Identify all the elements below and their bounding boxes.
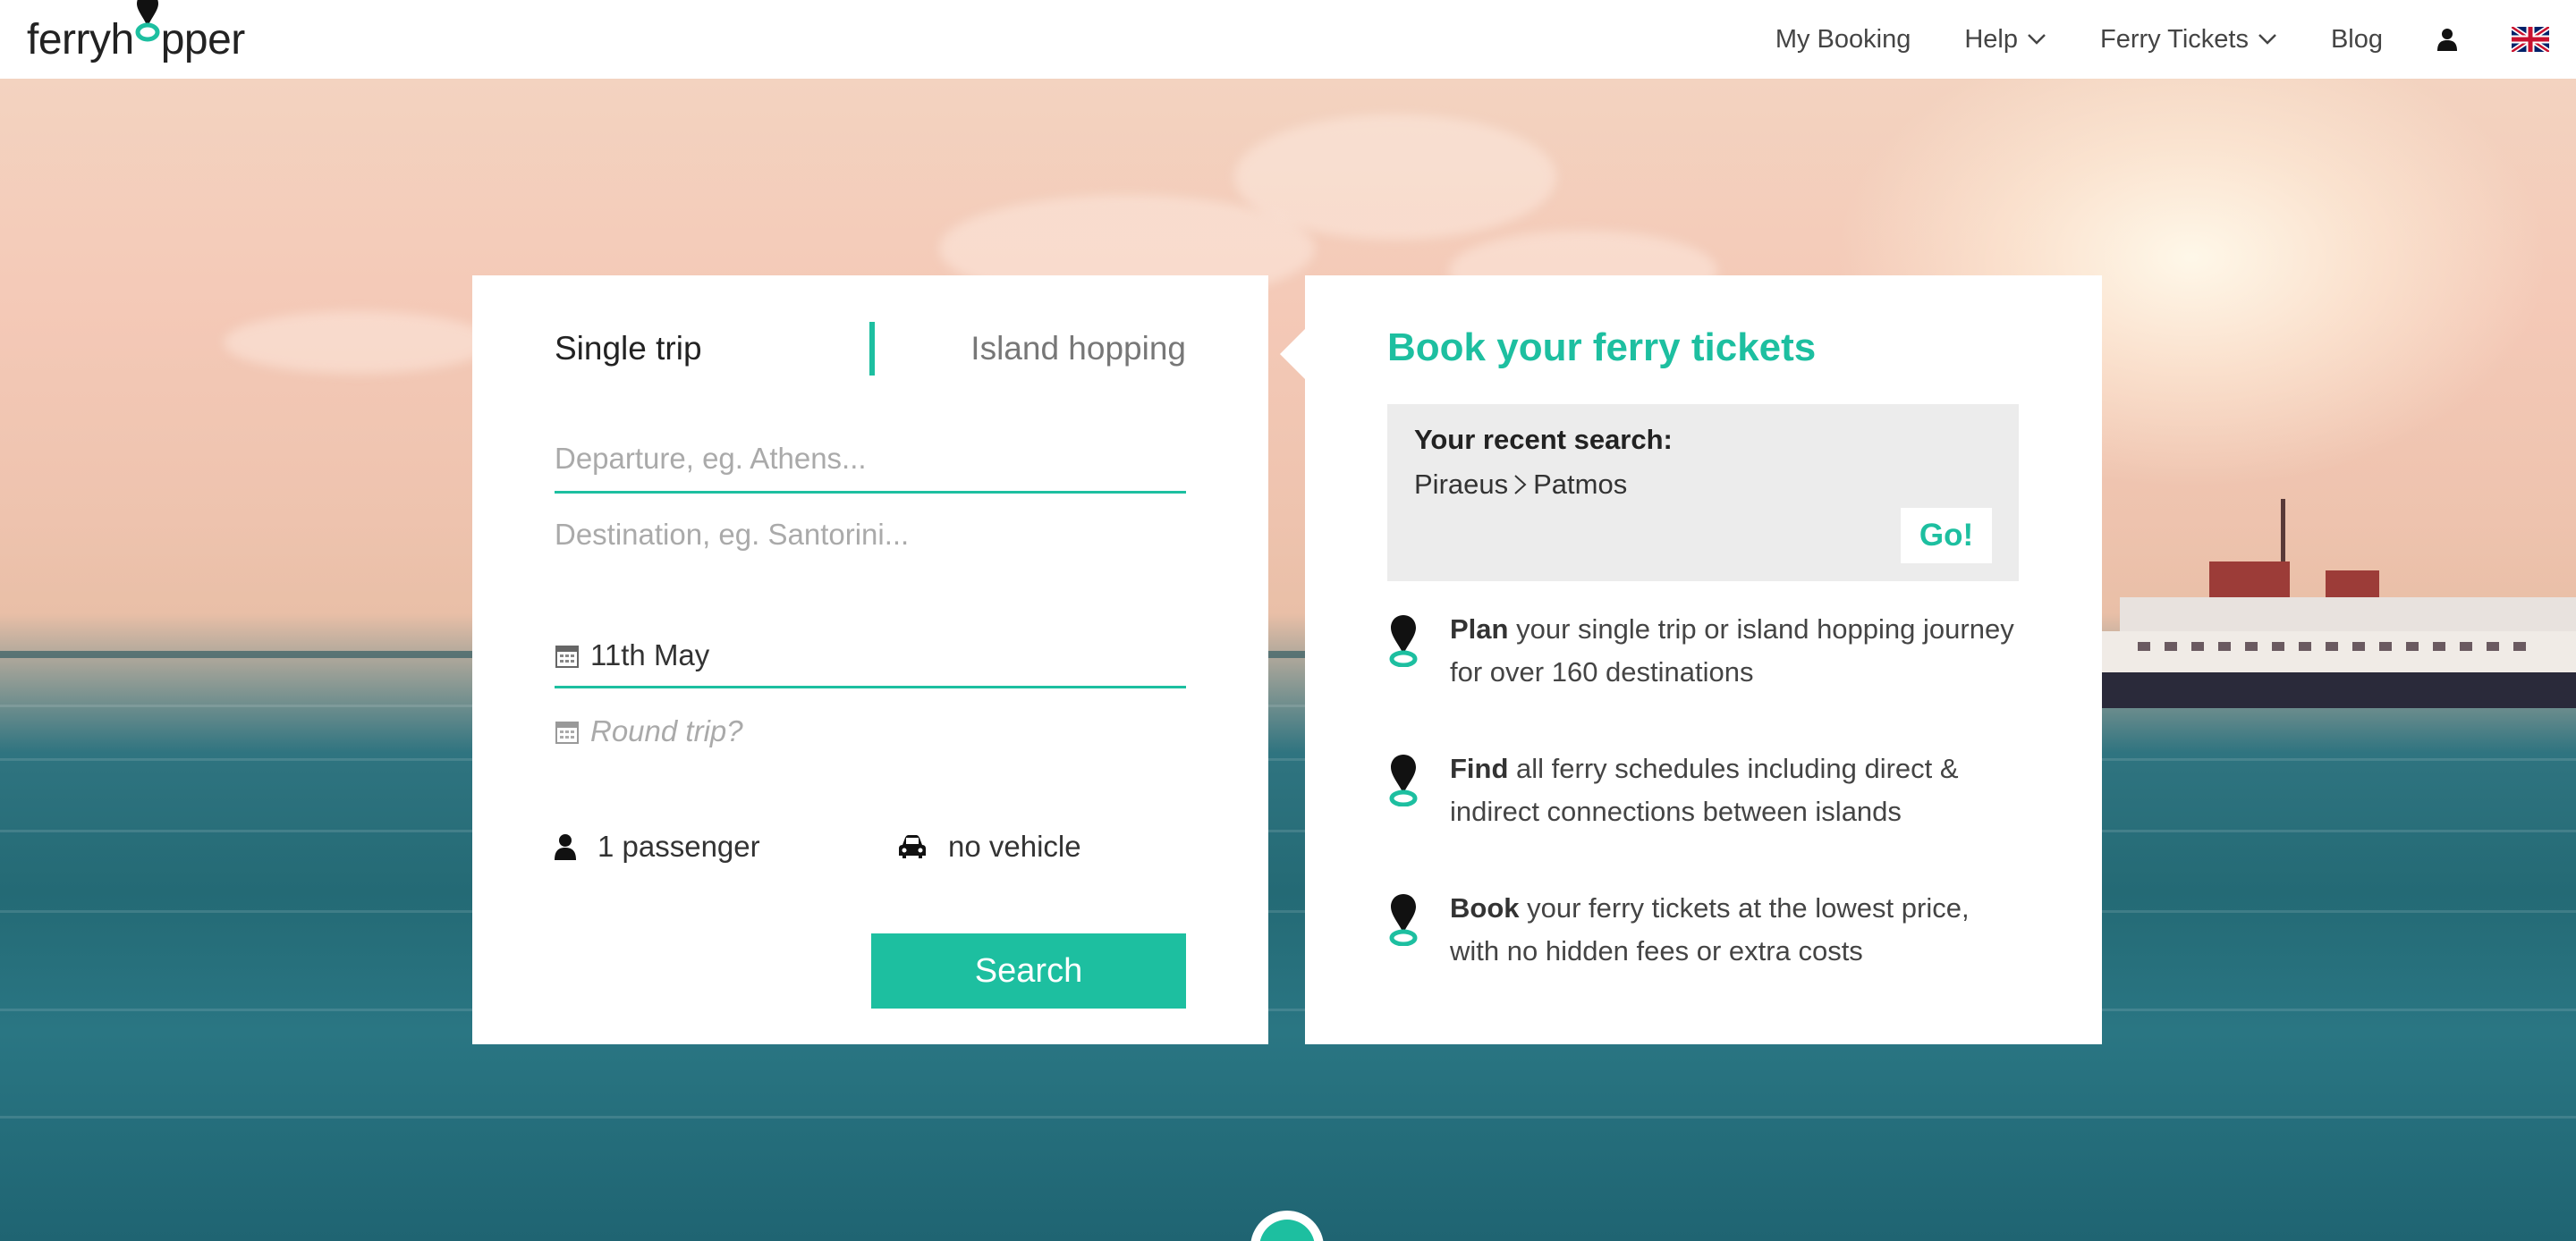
calendar-icon bbox=[555, 722, 579, 744]
destination-field[interactable] bbox=[555, 501, 1186, 569]
nav-my-booking[interactable]: My Booking bbox=[1775, 25, 1911, 55]
vehicle-selector[interactable]: no vehicle bbox=[898, 830, 1081, 864]
card-notch bbox=[1280, 329, 1305, 379]
vehicle-count: no vehicle bbox=[948, 830, 1081, 863]
recent-from: Piraeus bbox=[1414, 469, 1509, 500]
chevron-down-icon bbox=[2028, 34, 2046, 45]
feature-plan-text: your single trip or island hopping journ… bbox=[1450, 613, 2014, 688]
feature-plan-bold: Plan bbox=[1450, 613, 1509, 645]
feature-book-text: your ferry tickets at the lowest price, … bbox=[1450, 892, 1970, 967]
location-pin-icon bbox=[1387, 608, 1450, 694]
search-button[interactable]: Search bbox=[871, 933, 1186, 1009]
ferryhopper-logo[interactable]: ferry h pper bbox=[27, 0, 246, 64]
departure-input[interactable] bbox=[555, 441, 1186, 476]
uk-flag-icon[interactable] bbox=[2512, 27, 2549, 52]
feature-find: Find all ferry schedules including direc… bbox=[1387, 747, 2019, 833]
search-card: Single trip Island hopping 11th May Roun… bbox=[472, 275, 1268, 1044]
calendar-icon bbox=[555, 645, 579, 668]
nav-ferry-tickets-label: Ferry Tickets bbox=[2099, 24, 2249, 54]
wave bbox=[0, 1116, 2576, 1119]
feature-book: Book your ferry tickets at the lowest pr… bbox=[1387, 887, 2019, 973]
recent-search-label: Your recent search: bbox=[1414, 424, 1673, 455]
nav-help-label: Help bbox=[1964, 24, 2018, 54]
passenger-selector[interactable]: 1 passenger bbox=[555, 830, 760, 864]
logo-text-right: pper bbox=[160, 15, 246, 63]
logo-text-left: ferry bbox=[27, 15, 111, 63]
tab-divider bbox=[869, 322, 875, 376]
wave bbox=[0, 910, 2576, 913]
tab-island-hopping[interactable]: Island hopping bbox=[970, 330, 1186, 367]
cloud bbox=[1234, 114, 1556, 240]
trip-type-tabs: Single trip Island hopping bbox=[555, 322, 1186, 376]
wave bbox=[0, 1009, 2576, 1011]
return-date-field[interactable]: Round trip? bbox=[555, 699, 1186, 764]
person-icon bbox=[555, 834, 576, 860]
feature-plan: Plan your single trip or island hopping … bbox=[1387, 608, 2019, 694]
top-header: ferry h pper My Booking Help Ferry Ticket… bbox=[0, 0, 2576, 79]
destination-input[interactable] bbox=[555, 518, 1186, 552]
main-nav: My Booking Help Ferry Tickets Blog bbox=[1722, 25, 2549, 55]
feature-find-text: all ferry schedules including direct & i… bbox=[1450, 753, 1959, 827]
ferry-ship-image bbox=[2102, 499, 2576, 708]
logo-text-h: h bbox=[110, 15, 135, 63]
recent-search-panel: Your recent search: Piraeus Patmos Go! bbox=[1387, 404, 2019, 581]
feature-find-bold: Find bbox=[1450, 753, 1509, 784]
user-account-icon[interactable] bbox=[2436, 28, 2458, 51]
wave bbox=[0, 830, 2576, 832]
nav-help[interactable]: Help bbox=[1964, 25, 2046, 55]
wave bbox=[0, 758, 2576, 761]
chevron-down-icon bbox=[2258, 34, 2276, 45]
departure-field[interactable] bbox=[555, 426, 1186, 494]
passenger-count: 1 passenger bbox=[597, 830, 760, 863]
nav-ferry-tickets[interactable]: Ferry Tickets bbox=[2100, 25, 2277, 55]
recent-to: Patmos bbox=[1533, 469, 1628, 500]
logo-pin-icon bbox=[135, 0, 160, 54]
location-pin-icon bbox=[1387, 747, 1450, 833]
round-trip-placeholder: Round trip? bbox=[590, 714, 743, 747]
tab-single-trip[interactable]: Single trip bbox=[555, 330, 702, 367]
info-title: Book your ferry tickets bbox=[1387, 325, 1817, 369]
hero-background bbox=[0, 79, 2576, 1241]
location-pin-icon bbox=[1387, 887, 1450, 973]
departure-date-field[interactable]: 11th May bbox=[555, 624, 1186, 688]
departure-date-value: 11th May bbox=[590, 637, 710, 671]
cloud bbox=[224, 311, 492, 374]
car-icon bbox=[899, 835, 926, 858]
chevron-right-icon bbox=[1514, 475, 1527, 494]
go-button[interactable]: Go! bbox=[1901, 508, 1992, 563]
recent-search-route: Piraeus Patmos bbox=[1414, 469, 1627, 501]
info-card: Book your ferry tickets Your recent sear… bbox=[1280, 275, 2102, 1044]
feature-book-bold: Book bbox=[1450, 892, 1520, 924]
nav-blog[interactable]: Blog bbox=[2331, 25, 2383, 55]
